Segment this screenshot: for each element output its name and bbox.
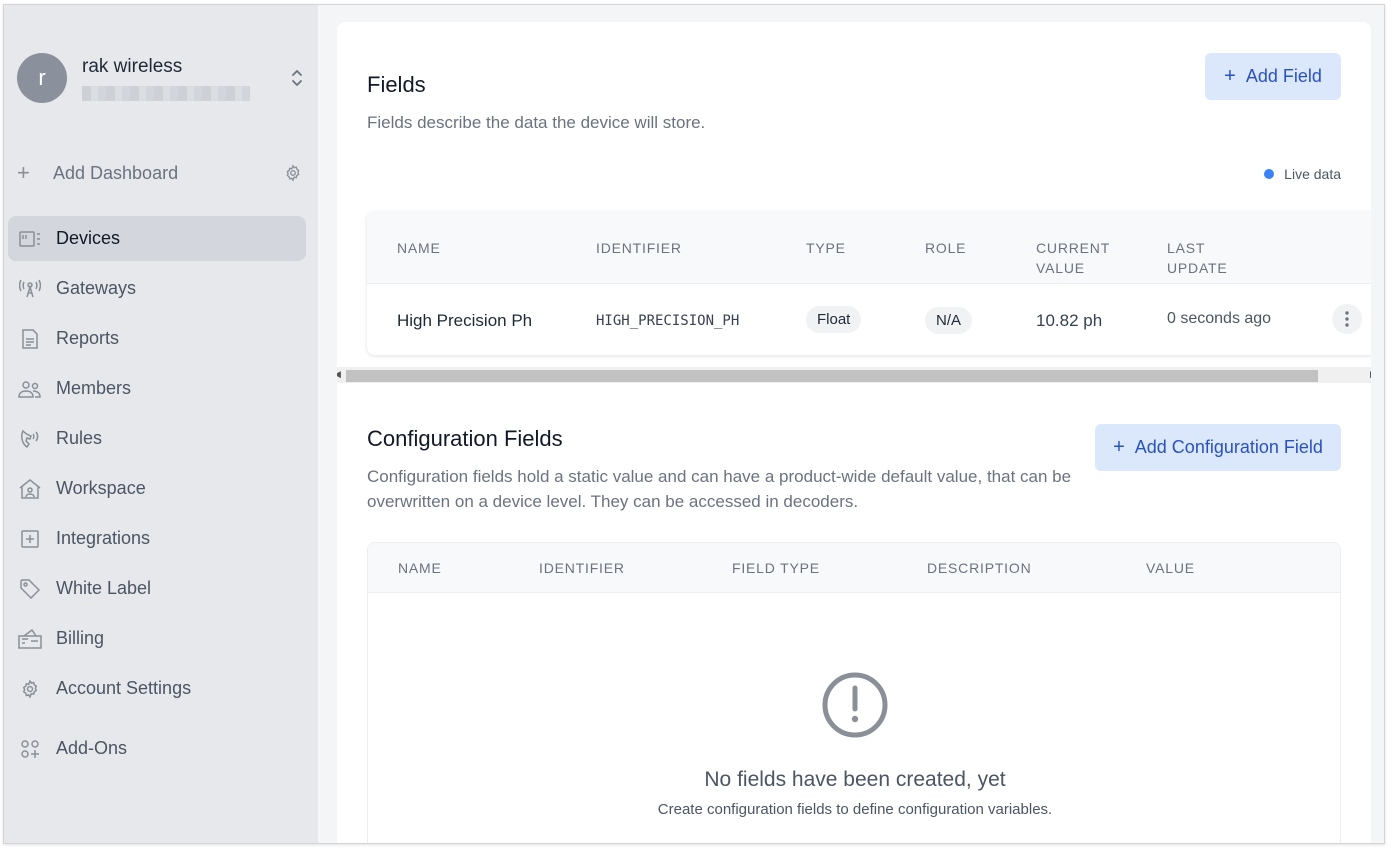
sidebar-item-label: Billing	[56, 628, 105, 648]
sidebar-item-label: Gateways	[56, 278, 137, 298]
add-field-button[interactable]: + Add Field	[1205, 53, 1341, 100]
field-current-value: 10.82 ph	[1036, 311, 1103, 330]
main-content: Fields Fields describe the data the devi…	[318, 5, 1384, 843]
col-description: DESCRIPTION	[927, 560, 1032, 576]
fields-description: Fields describe the data the device will…	[367, 113, 706, 132]
col-identifier: IDENTIFIER	[596, 240, 682, 256]
avatar: r	[17, 53, 67, 103]
sidebar-item-label: Devices	[56, 228, 121, 248]
sidebar-item-integrations[interactable]: Integrations	[8, 516, 306, 561]
integrations-icon	[18, 527, 42, 551]
app-window: r rak wireless + Add Dashboard Devices G…	[3, 4, 1385, 844]
sidebar-item-label: Members	[56, 378, 132, 398]
configuration-fields-table: NAME IDENTIFIER FIELD TYPE DESCRIPTION V…	[367, 542, 1341, 843]
account-switcher[interactable]: r rak wireless	[17, 52, 307, 104]
row-menu-icon[interactable]	[1332, 304, 1362, 334]
sidebar-item-account-settings[interactable]: Account Settings	[8, 666, 306, 711]
scrollbar-thumb[interactable]	[346, 370, 1318, 382]
field-role-badge: N/A	[925, 307, 973, 334]
sidebar: r rak wireless + Add Dashboard Devices G…	[4, 5, 318, 843]
devices-icon	[18, 227, 42, 251]
col-type: TYPE	[806, 240, 846, 256]
col-last-update: LAST UPDATE	[1167, 240, 1228, 276]
live-data-indicator: Live data	[1264, 166, 1341, 182]
field-name: High Precision Ph	[397, 311, 533, 330]
plus-icon: +	[1224, 65, 1236, 87]
sidebar-item-label: Integrations	[56, 528, 151, 548]
gear-icon	[18, 677, 42, 701]
config-description: Configuration fields hold a static value…	[367, 467, 1072, 511]
sidebar-nav: Devices Gateways Reports Members Rules W…	[8, 216, 306, 776]
chevron-up-down-icon[interactable]	[287, 66, 307, 90]
tag-icon	[18, 577, 42, 601]
sidebar-item-label: Rules	[56, 428, 103, 448]
add-dashboard-button[interactable]: + Add Dashboard	[17, 160, 304, 185]
rules-icon	[18, 427, 42, 451]
plus-icon: +	[1113, 436, 1125, 458]
sidebar-item-label: White Label	[56, 578, 152, 598]
billing-icon	[18, 627, 42, 651]
sidebar-item-label: Add-Ons	[56, 738, 128, 758]
empty-state-subtitle: Create configuration fields to define co…	[657, 801, 1053, 818]
field-last-update: 0 seconds ago	[1167, 310, 1272, 327]
add-dashboard-label: Add Dashboard	[53, 162, 179, 183]
plus-icon: +	[17, 160, 30, 185]
col-name: NAME	[397, 240, 441, 256]
sidebar-item-label: Reports	[56, 328, 120, 348]
table-row[interactable]: High Precision Ph HIGH_PRECISION_PH Floa…	[367, 284, 1371, 355]
gear-icon[interactable]	[282, 162, 304, 184]
report-icon	[18, 327, 42, 351]
config-table-header: NAME IDENTIFIER FIELD TYPE DESCRIPTION V…	[368, 543, 1340, 593]
sidebar-item-devices[interactable]: Devices	[8, 216, 306, 261]
live-dot-icon	[1264, 169, 1275, 179]
add-ons-icon	[18, 737, 42, 761]
horizontal-scrollbar[interactable]: ◀ ▶	[337, 367, 1371, 383]
scroll-left-icon[interactable]: ◀	[337, 369, 341, 380]
add-configuration-field-button[interactable]: + Add Configuration Field	[1095, 424, 1341, 471]
gateway-icon	[18, 277, 42, 301]
col-current-value: CURRENT VALUE	[1036, 240, 1111, 276]
sidebar-item-billing[interactable]: Billing	[8, 616, 306, 661]
account-email-redacted	[82, 85, 250, 101]
workspace-icon	[18, 477, 42, 501]
col-name: NAME	[398, 560, 442, 576]
sidebar-item-workspace[interactable]: Workspace	[8, 466, 306, 511]
col-identifier: IDENTIFIER	[539, 560, 625, 576]
account-name: rak wireless	[82, 55, 183, 77]
config-title: Configuration Fields	[367, 426, 563, 451]
sidebar-item-reports[interactable]: Reports	[8, 316, 306, 361]
col-value: VALUE	[1146, 560, 1195, 576]
fields-card: Fields Fields describe the data the devi…	[337, 22, 1371, 843]
col-role: ROLE	[925, 240, 967, 256]
exclamation-circle-icon	[821, 671, 889, 739]
scroll-right-icon[interactable]: ▶	[1370, 369, 1371, 380]
sidebar-item-label: Workspace	[56, 478, 146, 498]
col-field-type: FIELD TYPE	[732, 560, 820, 576]
sidebar-item-gateways[interactable]: Gateways	[8, 266, 306, 311]
sidebar-item-rules[interactable]: Rules	[8, 416, 306, 461]
members-icon	[18, 377, 42, 401]
sidebar-item-members[interactable]: Members	[8, 366, 306, 411]
empty-state-title: No fields have been created, yet	[704, 768, 1006, 791]
field-type-badge: Float	[806, 306, 862, 333]
fields-table-header: NAME IDENTIFIER TYPE ROLE CURRENT VALUE …	[367, 212, 1371, 284]
fields-title: Fields	[367, 72, 426, 97]
sidebar-item-white-label[interactable]: White Label	[8, 566, 306, 611]
fields-table: NAME IDENTIFIER TYPE ROLE CURRENT VALUE …	[367, 212, 1371, 355]
sidebar-item-add-ons[interactable]: Add-Ons	[8, 726, 306, 771]
field-identifier: HIGH_PRECISION_PH	[596, 313, 740, 329]
sidebar-item-label: Account Settings	[56, 678, 192, 698]
